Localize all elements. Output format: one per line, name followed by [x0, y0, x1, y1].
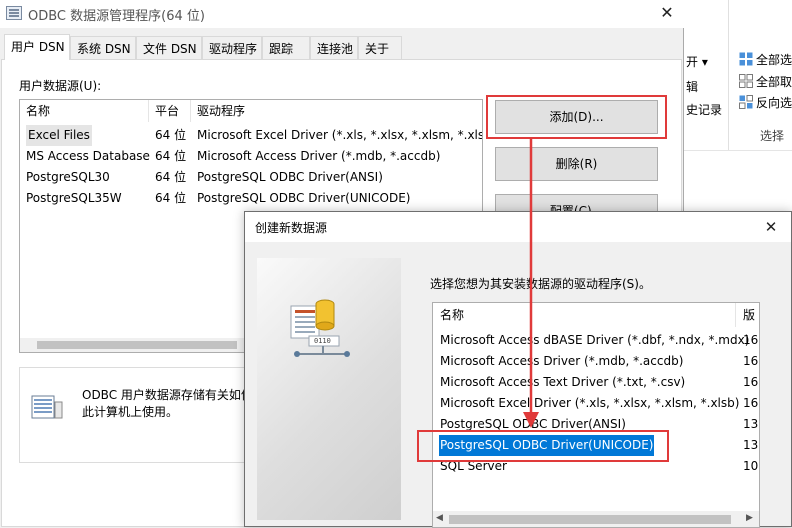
dsn-name: PostgreSQL35W: [26, 191, 122, 205]
dsn-driver: Microsoft Access Driver (*.mdb, *.accdb): [197, 149, 441, 163]
dsn-name: MS Access Database: [26, 149, 150, 163]
scrollbar-thumb[interactable]: [37, 341, 237, 349]
driver-row[interactable]: Microsoft Access dBASE Driver (*.dbf, *.…: [440, 330, 759, 351]
database-info-icon: [31, 395, 63, 419]
dsn-row-ms-access[interactable]: MS Access Database 64 位 Microsoft Access…: [20, 146, 482, 167]
scroll-right-icon[interactable]: ▶: [746, 513, 753, 523]
dsn-driver: PostgreSQL ODBC Driver(UNICODE): [197, 191, 411, 205]
dsn-platform: 64 位: [155, 128, 187, 142]
close-icon[interactable]: ✕: [760, 216, 782, 238]
driver-row[interactable]: Microsoft Access Driver (*.mdb, *.accdb)…: [440, 351, 759, 372]
dsn-driver: Microsoft Excel Driver (*.xls, *.xlsx, *…: [197, 128, 483, 142]
info-text-line2: 此计算机上使用。: [82, 405, 179, 419]
close-icon[interactable]: ✕: [655, 2, 679, 24]
dsn-row-postgresql30[interactable]: PostgreSQL30 64 位 PostgreSQL ODBC Driver…: [20, 167, 482, 188]
tab-drivers[interactable]: 驱动程序: [202, 36, 262, 59]
tab-file-dsn[interactable]: 文件 DSN: [136, 36, 202, 59]
driver-version: 13: [743, 417, 759, 431]
dialog-title: 创建新数据源: [255, 221, 328, 235]
select-none-icon: [739, 74, 753, 88]
ribbon-separator: [728, 0, 729, 150]
add-button-highlight: [486, 95, 667, 139]
ribbon-open-label[interactable]: 开 ▾: [686, 53, 708, 70]
data-source-wizard-icon: [290, 299, 350, 357]
remove-button[interactable]: 删除(R): [495, 147, 658, 181]
art-binary-label: 0110: [314, 337, 331, 345]
dialog-title-bar: 创建新数据源 ✕: [245, 212, 791, 242]
driver-version: 16: [743, 333, 759, 347]
ribbon-history-label[interactable]: 史记录: [686, 101, 722, 118]
driver-prompt-label: 选择您想为其安装数据源的驱动程序(S)。: [430, 277, 651, 291]
dialog-side-art: 0110: [257, 258, 401, 520]
driver-version: 16: [743, 375, 759, 389]
invert-selection-icon: [739, 95, 753, 109]
odbc-title-bar: ODBC 数据源管理程序(64 位) ✕: [0, 0, 684, 28]
ribbon-group-label: 选择: [760, 129, 785, 143]
odbc-app-icon: [6, 6, 22, 20]
driver-name: Microsoft Access dBASE Driver (*.dbf, *.…: [440, 333, 750, 347]
driver-name: Microsoft Excel Driver (*.xls, *.xlsx, *…: [440, 396, 740, 410]
driver-name: Microsoft Access Driver (*.mdb, *.accdb): [440, 354, 684, 368]
tab-tracing[interactable]: 跟踪: [262, 36, 310, 59]
ribbon-select-none[interactable]: 全部取: [756, 73, 792, 90]
select-all-icon: [739, 52, 753, 66]
dsn-name: PostgreSQL30: [26, 170, 110, 184]
driver-list[interactable]: 名称 版 Microsoft Access dBASE Driver (*.db…: [432, 302, 760, 528]
driver-row[interactable]: Microsoft Excel Driver (*.xls, *.xlsx, *…: [440, 393, 759, 414]
tab-connection-pooling[interactable]: 连接池: [310, 36, 358, 59]
column-header-name[interactable]: 名称: [440, 303, 464, 327]
ribbon-select-all[interactable]: 全部选: [756, 51, 792, 68]
info-box: ODBC 用户数据源存储有关如何 此计算机上使用。: [19, 367, 269, 463]
user-dsn-label: 用户数据源(U):: [19, 79, 102, 93]
dsn-name: Excel Files: [26, 125, 92, 146]
dsn-row-excel-files[interactable]: Excel Files 64 位 Microsoft Excel Driver …: [20, 125, 483, 146]
dsn-row-postgresql35w[interactable]: PostgreSQL35W 64 位 PostgreSQL ODBC Drive…: [20, 188, 482, 209]
column-divider: [735, 303, 736, 327]
driver-list-scrollbar[interactable]: ◀ ▶: [433, 511, 759, 527]
column-header-version[interactable]: 版: [743, 303, 755, 327]
driver-version: 10: [743, 459, 759, 473]
tab-system-dsn[interactable]: 系统 DSN: [70, 36, 136, 59]
driver-version: 16: [743, 354, 759, 368]
tab-about[interactable]: 关于: [358, 36, 402, 59]
column-header-platform[interactable]: 平台: [149, 100, 191, 122]
scroll-left-icon[interactable]: ◀: [436, 513, 443, 523]
odbc-window-title: ODBC 数据源管理程序(64 位): [28, 9, 205, 24]
ribbon-invert-selection[interactable]: 反向选: [756, 94, 792, 111]
ribbon-edit-label[interactable]: 辑: [686, 78, 698, 95]
driver-name: Microsoft Access Text Driver (*.txt, *.c…: [440, 375, 686, 389]
scrollbar-thumb[interactable]: [449, 515, 731, 524]
dsn-platform: 64 位: [155, 191, 187, 205]
column-header-name[interactable]: 名称: [20, 100, 149, 122]
column-header-driver[interactable]: 驱动程序: [191, 100, 482, 122]
dsn-driver: PostgreSQL ODBC Driver(ANSI): [197, 170, 383, 184]
dsn-platform: 64 位: [155, 170, 187, 184]
create-data-source-dialog: 创建新数据源 ✕ 0110 选择您想为其安装数据源的驱动程序(S)。 名称 版: [244, 211, 792, 528]
driver-version: 16: [743, 396, 759, 410]
tab-user-dsn[interactable]: 用户 DSN: [4, 34, 70, 60]
selected-driver-highlight: [417, 430, 669, 462]
driver-row[interactable]: Microsoft Access Text Driver (*.txt, *.c…: [440, 372, 759, 393]
dsn-platform: 64 位: [155, 149, 187, 163]
info-text-line1: ODBC 用户数据源存储有关如何: [82, 388, 253, 402]
driver-version: 13: [743, 438, 759, 452]
